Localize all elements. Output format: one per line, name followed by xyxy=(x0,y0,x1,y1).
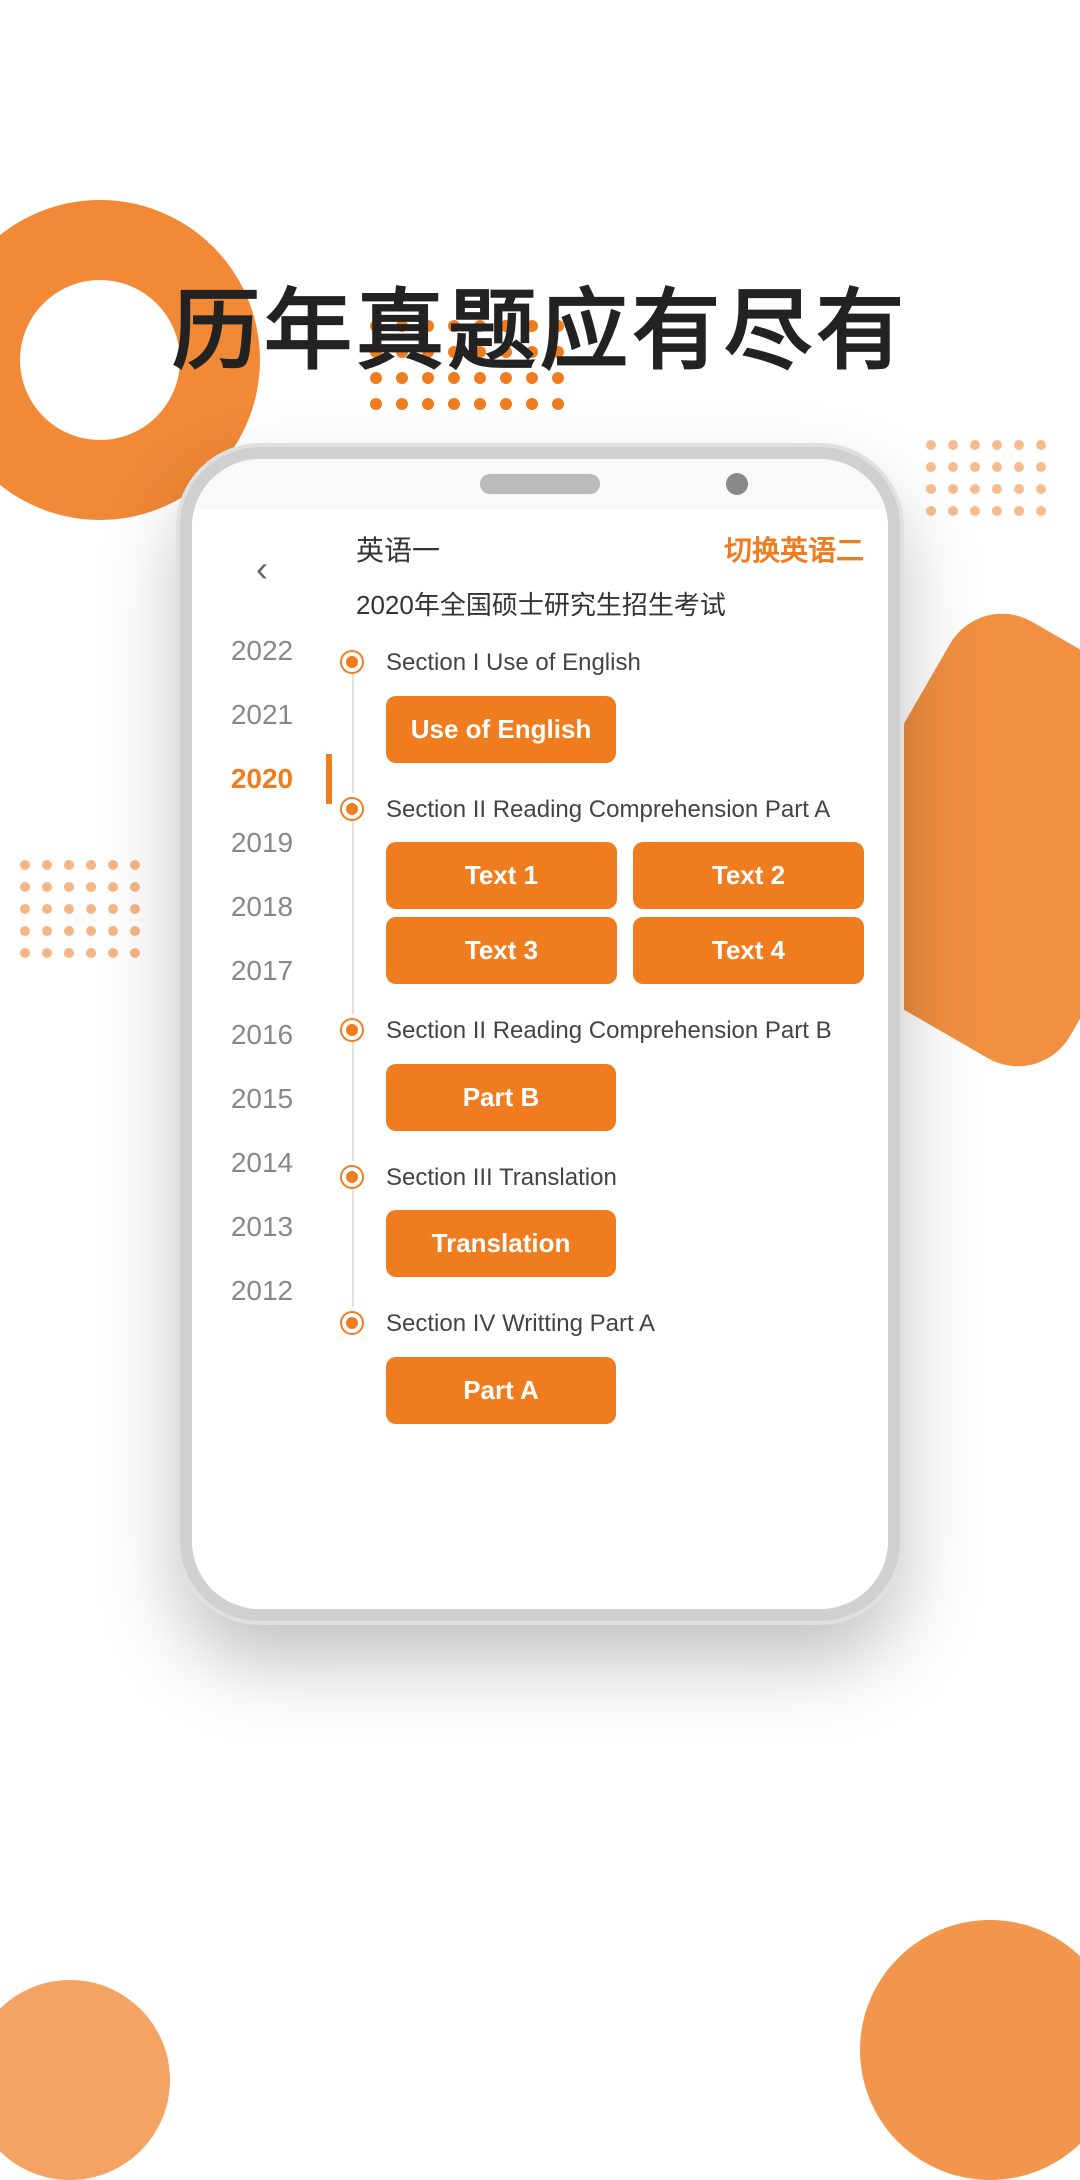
btn-row: Part B xyxy=(386,1064,864,1131)
section-dot-section5 xyxy=(342,1313,362,1333)
phone-header: 英语一 切换英语二 xyxy=(356,529,864,569)
year-list: 2022202120202019201820172016201520142013… xyxy=(192,619,332,1323)
section-title-section2: Section II Reading Comprehension Part A xyxy=(386,793,864,827)
btn-text-2[interactable]: Text 2 xyxy=(633,842,864,909)
phone-mockup: ‹ 20222021202020192018201720162015201420… xyxy=(180,447,900,1621)
subject-title: 英语一 xyxy=(356,529,440,569)
phone-top-bar xyxy=(192,459,888,509)
year-item-2021[interactable]: 2021 xyxy=(192,683,332,747)
deco-arc-bottomleft xyxy=(0,1980,170,2180)
phone-screen: ‹ 20222021202020192018201720162015201420… xyxy=(192,509,888,1609)
section-block-section5: Section IV Writting Part A Part A xyxy=(386,1307,864,1424)
section-dot-section2 xyxy=(342,799,362,819)
section-title-section4: Section III Translation xyxy=(386,1161,864,1195)
section-connector xyxy=(352,819,354,1015)
btn-row: Translation xyxy=(386,1210,864,1277)
year-item-2015[interactable]: 2015 xyxy=(192,1067,332,1131)
btn-translation[interactable]: Translation xyxy=(386,1210,616,1277)
section-dot-section4 xyxy=(342,1167,362,1187)
phone-speaker xyxy=(480,474,600,494)
deco-dots-topright xyxy=(926,440,1050,520)
btn-part-a[interactable]: Part A xyxy=(386,1357,616,1424)
section-block-section2: Section II Reading Comprehension Part A T… xyxy=(386,793,864,985)
btn-row: Use of English xyxy=(386,696,864,763)
switch-button[interactable]: 切换英语二 xyxy=(724,529,864,569)
section-title-section3: Section II Reading Comprehension Part B xyxy=(386,1014,864,1048)
section-dot-section3 xyxy=(342,1020,362,1040)
exam-title: 2020年全国硕士研究生招生考试 xyxy=(356,585,864,622)
sections-container: Section I Use of EnglishUse of EnglishSe… xyxy=(356,646,864,1424)
section-block-section3: Section II Reading Comprehension Part B P… xyxy=(386,1014,864,1131)
year-item-2012[interactable]: 2012 xyxy=(192,1259,332,1323)
section-block-section1: Section I Use of English Use of English xyxy=(386,646,864,763)
year-item-2016[interactable]: 2016 xyxy=(192,1003,332,1067)
btn-part-b[interactable]: Part B xyxy=(386,1064,616,1131)
year-item-2020[interactable]: 2020 xyxy=(192,747,332,811)
btn-row: Part A xyxy=(386,1357,864,1424)
section-dot-section1 xyxy=(342,652,362,672)
phone-main-content: 英语一 切换英语二 2020年全国硕士研究生招生考试 Section I Use… xyxy=(332,509,888,1609)
btn-row: Text 1Text 2 xyxy=(386,842,864,909)
section-title-section5: Section IV Writting Part A xyxy=(386,1307,864,1341)
year-item-2014[interactable]: 2014 xyxy=(192,1131,332,1195)
section-connector xyxy=(352,672,354,793)
section-connector xyxy=(352,1040,354,1161)
section-block-section4: Section III Translation Translation xyxy=(386,1161,864,1278)
year-item-2022[interactable]: 2022 xyxy=(192,619,332,683)
phone-camera xyxy=(726,473,748,495)
back-button[interactable]: ‹ xyxy=(232,539,292,599)
hero-title: 历年真题应有尽有 xyxy=(0,260,1080,387)
year-item-2019[interactable]: 2019 xyxy=(192,811,332,875)
btn-text-4[interactable]: Text 4 xyxy=(633,917,864,984)
section-title-section1: Section I Use of English xyxy=(386,646,864,680)
year-item-2017[interactable]: 2017 xyxy=(192,939,332,1003)
btn-row: Text 3Text 4 xyxy=(386,917,864,984)
section-connector xyxy=(352,1187,354,1308)
year-item-2018[interactable]: 2018 xyxy=(192,875,332,939)
deco-dots-midleft xyxy=(20,860,144,962)
deco-arc-bottomright xyxy=(860,1920,1080,2180)
year-item-2013[interactable]: 2013 xyxy=(192,1195,332,1259)
year-sidebar: ‹ 20222021202020192018201720162015201420… xyxy=(192,509,332,1609)
btn-text-1[interactable]: Text 1 xyxy=(386,842,617,909)
btn-text-3[interactable]: Text 3 xyxy=(386,917,617,984)
btn-use-of-english[interactable]: Use of English xyxy=(386,696,616,763)
